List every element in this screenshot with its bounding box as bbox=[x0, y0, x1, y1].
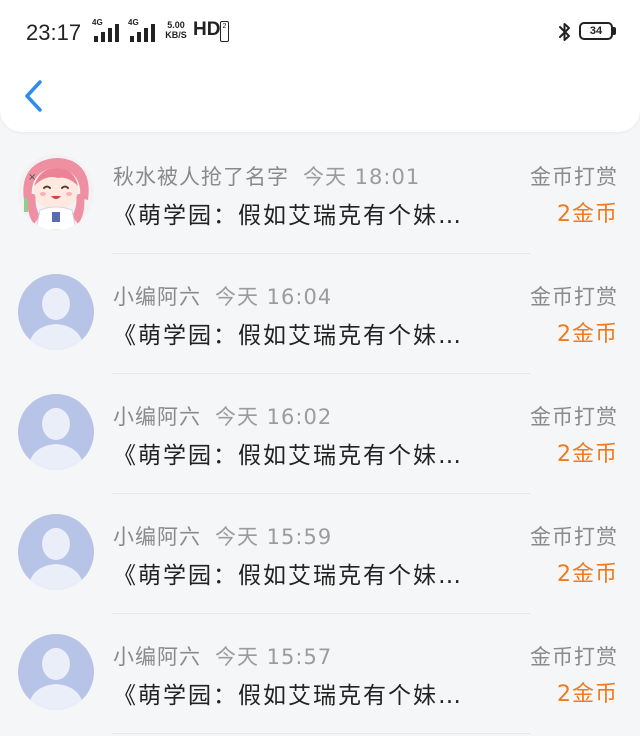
sender-name: 小编阿六 bbox=[113, 405, 201, 429]
list-item[interactable]: × 秋水被人抢了名字 今天 18:01 《萌学园：假如艾瑞克有个妹… 金币打赏 2… bbox=[0, 134, 640, 254]
signal-icon: 4G bbox=[128, 18, 160, 42]
hd-badge: HD bbox=[193, 19, 221, 40]
reward-amount: 2金币 bbox=[557, 202, 618, 227]
reward-time: 今天 15:59 bbox=[215, 525, 333, 549]
sender-name: 秋水被人抢了名字 bbox=[113, 165, 289, 189]
book-title: 《萌学园：假如艾瑞克有个妹… bbox=[113, 323, 463, 349]
anime-girl-avatar-icon: × bbox=[18, 154, 94, 230]
divider bbox=[112, 733, 530, 734]
signal-bars-icon bbox=[94, 24, 119, 42]
reward-label: 金币打赏 bbox=[530, 405, 618, 429]
network-speed-value: 5.00 bbox=[167, 20, 185, 30]
header: 23:17 4G 4G 5.00 KB/S HD 2 34 bbox=[0, 0, 640, 132]
status-bar: 23:17 4G 4G 5.00 KB/S HD 2 34 bbox=[0, 0, 640, 64]
hd-sub-badge: 2 bbox=[220, 21, 229, 42]
book-title: 《萌学园：假如艾瑞克有个妹… bbox=[113, 563, 463, 589]
battery-icon: 34 bbox=[579, 22, 613, 40]
sender-info: 小编阿六 今天 15:57 bbox=[113, 641, 332, 671]
list-item[interactable]: 小编阿六 今天 15:57 《萌学园：假如艾瑞克有个妹… 金币打赏 2金币 bbox=[0, 614, 640, 734]
chevron-left-icon bbox=[25, 80, 42, 112]
reward-label: 金币打赏 bbox=[530, 165, 618, 189]
book-title: 《萌学园：假如艾瑞克有个妹… bbox=[113, 203, 463, 229]
sender-info: 小编阿六 今天 16:04 bbox=[113, 281, 332, 311]
avatar[interactable] bbox=[18, 394, 94, 470]
avatar[interactable]: × bbox=[18, 154, 94, 230]
avatar[interactable] bbox=[18, 274, 94, 350]
avatar[interactable] bbox=[18, 634, 94, 710]
sender-name: 小编阿六 bbox=[113, 285, 201, 309]
network-speed: 5.00 KB/S bbox=[162, 20, 190, 40]
battery-tip bbox=[613, 27, 616, 35]
status-time: 23:17 bbox=[26, 20, 82, 45]
reward-label: 金币打赏 bbox=[530, 645, 618, 669]
reward-time: 今天 18:01 bbox=[303, 165, 421, 189]
reward-label: 金币打赏 bbox=[530, 285, 618, 309]
default-avatar-icon bbox=[18, 274, 94, 350]
reward-amount: 2金币 bbox=[557, 682, 618, 707]
default-avatar-icon bbox=[18, 514, 94, 590]
default-avatar-icon bbox=[18, 634, 94, 710]
sender-info: 秋水被人抢了名字 今天 18:01 bbox=[113, 161, 420, 191]
book-title: 《萌学园：假如艾瑞克有个妹… bbox=[113, 683, 463, 709]
reward-list: × 秋水被人抢了名字 今天 18:01 《萌学园：假如艾瑞克有个妹… 金币打赏 2… bbox=[0, 134, 640, 734]
reward-amount: 2金币 bbox=[557, 322, 618, 347]
back-button[interactable] bbox=[14, 72, 58, 120]
bluetooth-icon bbox=[559, 23, 570, 41]
reward-amount: 2金币 bbox=[557, 562, 618, 587]
reward-time: 今天 15:57 bbox=[215, 645, 333, 669]
reward-amount: 2金币 bbox=[557, 442, 618, 467]
list-item[interactable]: 小编阿六 今天 15:59 《萌学园：假如艾瑞克有个妹… 金币打赏 2金币 bbox=[0, 494, 640, 614]
list-item[interactable]: 小编阿六 今天 16:04 《萌学园：假如艾瑞克有个妹… 金币打赏 2金币 bbox=[0, 254, 640, 374]
sender-info: 小编阿六 今天 16:02 bbox=[113, 401, 332, 431]
battery-level: 34 bbox=[589, 25, 603, 37]
list-item[interactable]: 小编阿六 今天 16:02 《萌学园：假如艾瑞克有个妹… 金币打赏 2金币 bbox=[0, 374, 640, 494]
signal-bars-icon bbox=[130, 24, 155, 42]
reward-time: 今天 16:02 bbox=[215, 405, 333, 429]
sender-name: 小编阿六 bbox=[113, 525, 201, 549]
network-speed-unit: KB/S bbox=[165, 30, 187, 40]
signal-icon: 4G bbox=[92, 18, 124, 42]
avatar[interactable] bbox=[18, 514, 94, 590]
reward-time: 今天 16:04 bbox=[215, 285, 333, 309]
reward-label: 金币打赏 bbox=[530, 525, 618, 549]
book-title: 《萌学园：假如艾瑞克有个妹… bbox=[113, 443, 463, 469]
sender-info: 小编阿六 今天 15:59 bbox=[113, 521, 332, 551]
sender-name: 小编阿六 bbox=[113, 645, 201, 669]
reward-list-screen: 23:17 4G 4G 5.00 KB/S HD 2 34 × 秋水被人抢了名字… bbox=[0, 0, 640, 736]
default-avatar-icon bbox=[18, 394, 94, 470]
svg-text:×: × bbox=[28, 172, 36, 183]
